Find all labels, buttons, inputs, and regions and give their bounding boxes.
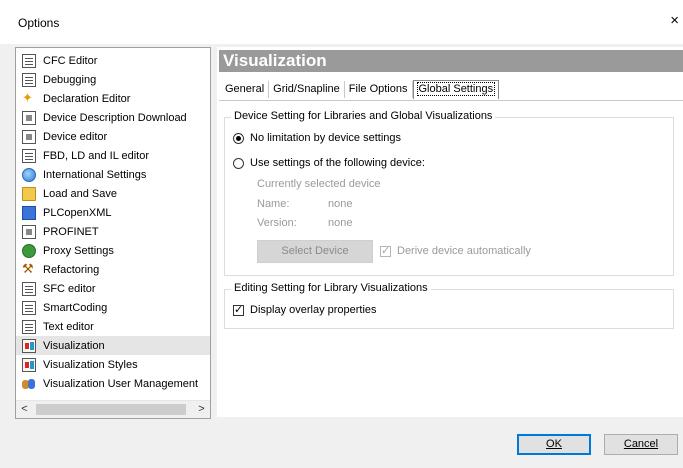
tree-item-plcopenxml[interactable]: PLCopenXML [16,203,210,222]
visu-icon [22,357,36,372]
doc-icon [22,319,36,334]
device-version-label: Version: [257,217,297,229]
device-name-label: Name: [257,198,290,210]
tree-item-label: Debugging [43,73,97,86]
chip-icon [22,110,36,125]
derive-device-checkbox[interactable]: Derive device automatically [380,244,531,257]
tree-item-label: Visualization Styles [43,358,138,371]
tree-item-label: Proxy Settings [43,244,114,257]
tree-item-profinet[interactable]: PROFINET [16,222,210,241]
tree-item-load-and-save[interactable]: Load and Save [16,184,210,203]
select-device-button[interactable]: Select Device [257,240,373,263]
tree-item-device-description-download[interactable]: Device Description Download [16,108,210,127]
tree-item-visualization[interactable]: Visualization [16,336,210,355]
checkbox-checked-icon [233,303,244,316]
tree-item-text-editor[interactable]: Text editor [16,317,210,336]
doc-icon [22,53,36,68]
tree-item-label: Text editor [43,320,94,333]
tree-item-proxy-settings[interactable]: Proxy Settings [16,241,210,260]
device-version-value: none [328,217,353,229]
tree-item-label: FBD, LD and IL editor [43,149,149,162]
tree-item-label: PROFINET [43,225,99,238]
refactor-icon [22,261,36,277]
tree-item-label: Visualization [43,339,105,352]
tree-item-label: SFC editor [43,282,96,295]
scroll-right-icon[interactable]: > [193,401,210,418]
ok-button[interactable]: OK [517,434,591,455]
tree-item-label: Declaration Editor [43,92,131,105]
device-settings-group: Device Setting for Libraries and Global … [224,110,674,276]
doc-icon [22,148,36,163]
chip-icon [22,129,36,144]
tab-file-options[interactable]: File Options [344,81,413,98]
globe-icon [22,167,36,182]
tree-item-visualization-styles[interactable]: Visualization Styles [16,355,210,374]
editing-settings-legend: Editing Setting for Library Visualizatio… [231,282,431,294]
tab-general[interactable]: General [221,81,270,98]
tree-item-label: SmartCoding [43,301,108,314]
derive-device-label: Derive device automatically [397,245,531,257]
visu-icon [22,338,36,353]
settings-panel: Visualization General Grid/Snapline File… [217,47,683,417]
tree-item-label: Visualization User Management [43,377,199,390]
radio-unchecked-icon [233,157,244,169]
checkbox-checked-icon [380,244,391,257]
tab-grid-snapline[interactable]: Grid/Snapline [269,81,345,98]
tree-item-debugging[interactable]: Debugging [16,70,210,89]
tree-item-sfc-editor[interactable]: SFC editor [16,279,210,298]
proxy-icon [22,243,36,258]
display-overlay-label: Display overlay properties [250,304,377,316]
use-device-settings-label: Use settings of the following device: [250,157,425,169]
radio-checked-icon [233,132,244,144]
device-settings-legend: Device Setting for Libraries and Global … [231,110,496,122]
tree-item-label: Load and Save [43,187,118,200]
no-limitation-radio[interactable]: No limitation by device settings [233,132,401,144]
tree-item-declaration-editor[interactable]: Declaration Editor [16,89,210,108]
folder-icon [22,186,36,201]
chip-icon [22,224,36,239]
tree-item-fbd-ld-and-il-editor[interactable]: FBD, LD and IL editor [16,146,210,165]
page-title: Visualization [219,50,683,72]
users-icon [22,377,36,391]
tree-item-label: PLCopenXML [43,206,112,219]
tree-item-device-editor[interactable]: Device editor [16,127,210,146]
tree-item-label: Device Description Download [43,111,187,124]
doc-icon [22,300,36,315]
tree-item-label: International Settings [43,168,147,181]
tree-item-visualization-user-management[interactable]: Visualization User Management [16,374,210,393]
use-device-settings-radio[interactable]: Use settings of the following device: [233,157,425,169]
no-limitation-label: No limitation by device settings [250,132,402,144]
tree-item-refactoring[interactable]: Refactoring [16,260,210,279]
tab-global-settings[interactable]: Global Settings [412,80,500,99]
scroll-left-icon[interactable]: < [16,401,33,418]
sparkle-icon [22,90,36,106]
currently-selected-device-label: Currently selected device [257,178,381,190]
close-icon[interactable]: × [670,13,679,28]
tab-divider [219,100,683,101]
cancel-button[interactable]: Cancel [604,434,678,455]
editing-settings-group: Editing Setting for Library Visualizatio… [224,282,674,329]
tree-item-label: CFC Editor [43,54,98,67]
doc-icon [22,281,36,296]
blue-icon [22,205,36,220]
options-category-tree: CFC Editor Debugging Declaration Editor Dev… [15,47,211,419]
cancel-button-label: Cancel [623,438,659,450]
tree-item-label: Device editor [43,130,108,143]
scrollbar-thumb[interactable] [36,404,186,415]
display-overlay-checkbox[interactable]: Display overlay properties [233,303,377,316]
tree-item-label: Refactoring [43,263,100,276]
doc-icon [22,72,36,87]
tree-item-cfc-editor[interactable]: CFC Editor [16,51,210,70]
tree-item-smartcoding[interactable]: SmartCoding [16,298,210,317]
tree-item-international-settings[interactable]: International Settings [16,165,210,184]
tree-horizontal-scrollbar[interactable]: < > [16,400,210,418]
tab-strip: General Grid/Snapline File Options Globa… [221,80,500,100]
ok-button-label: OK [546,438,562,450]
tab-global-settings-label: Global Settings [416,82,496,96]
device-name-value: none [328,198,353,210]
title-bar: Options × [0,0,683,44]
window-title: Options [18,16,60,30]
